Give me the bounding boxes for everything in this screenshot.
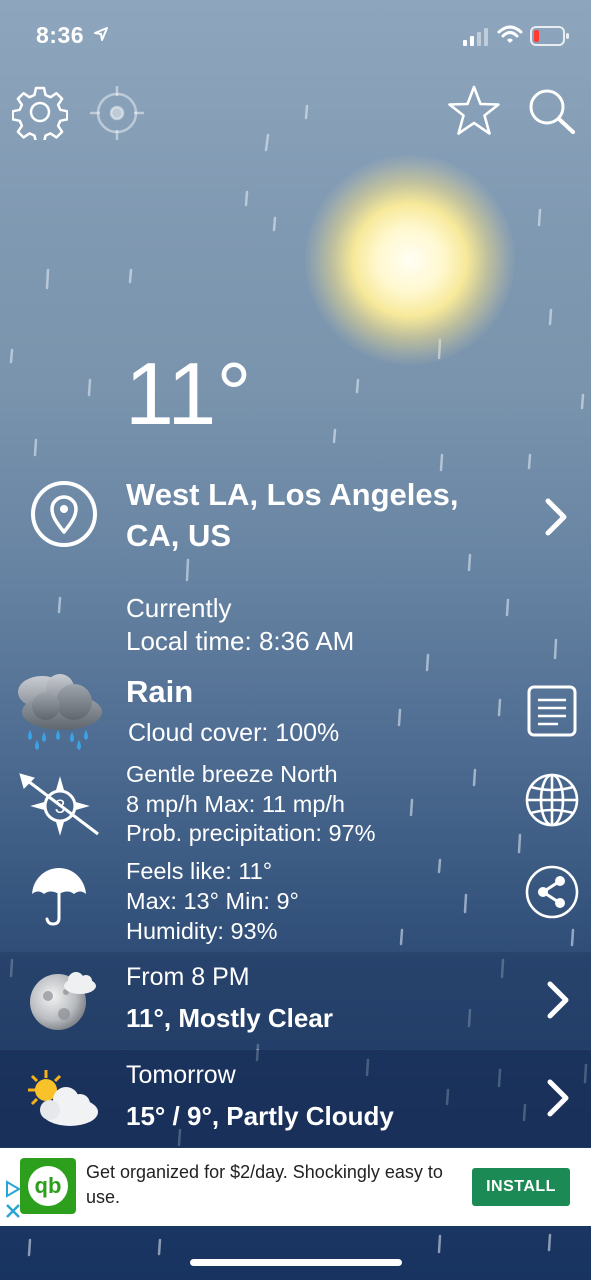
signal-icon [463,28,488,46]
wind-speed: 8 mp/h Max: 11 mp/h [126,791,345,817]
current-temperature: 11° [125,344,252,443]
wind-compass-icon: 3 [19,773,99,836]
location-line2: CA, US [126,518,232,553]
home-indicator[interactable] [190,1259,402,1266]
wind-force-value: 3 [55,797,66,818]
forecast-row-tomorrow[interactable]: Tomorrow 15° / 9°, Partly Cloudy [0,1050,591,1147]
forecast-summary: 15° / 9°, Partly Cloudy [126,1101,394,1131]
location-name[interactable]: West LA, Los Angeles, CA, US [126,474,506,556]
share-icon[interactable] [524,864,580,920]
status-time: 8:36 [36,22,109,49]
quickbooks-logo: qb [20,1158,76,1214]
ad-close-icon[interactable] [5,1203,21,1219]
cloud-cover: Cloud cover: 100% [128,719,340,747]
ad-banner[interactable]: qb Get organized for $2/day. Shockingly … [0,1148,591,1226]
currently-label: Currently [126,593,232,623]
location-line1: West LA, Los Angeles, [126,477,459,512]
quickbooks-logo-mark: qb [28,1166,68,1206]
forecast-when: Tomorrow [126,1061,236,1089]
humidity: Humidity: 93% [126,918,278,944]
umbrella-icon [32,868,86,926]
precipitation-probability: Prob. precipitation: 97% [126,820,376,846]
search-icon[interactable] [526,86,578,136]
location-arrow-icon [93,27,108,41]
moon-cloud-icon [30,972,96,1030]
rain-cloud-icon [18,674,102,750]
local-time: Local time: 8:36 AM [126,626,355,656]
locate-crosshair-icon[interactable] [88,84,146,142]
chevron-right-icon [547,981,569,1019]
battery-icon [530,26,569,46]
partly-cloudy-icon [28,1070,98,1126]
forecast-summary: 11°, Mostly Clear [126,1003,333,1033]
chevron-right-icon [547,1079,569,1117]
settings-gear-icon[interactable] [12,84,68,140]
details-list-icon[interactable] [526,684,578,738]
globe-map-icon[interactable] [524,772,580,828]
sun-graphic [305,155,515,365]
location-pin-icon [31,481,97,547]
favorite-star-icon[interactable] [446,84,502,138]
max-min-temperature: Max: 13° Min: 9° [126,888,299,914]
wind-description: Gentle breeze North [126,761,338,787]
ad-text: Get organized for $2/day. Shockingly eas… [86,1162,443,1207]
location-chevron-icon[interactable] [543,497,569,537]
wifi-icon [497,25,523,43]
install-button[interactable]: INSTALL [472,1168,570,1206]
forecast-when: From 8 PM [126,963,250,991]
condition-title: Rain [126,674,194,709]
forecast-row-tonight[interactable]: From 8 PM 11°, Mostly Clear [0,952,591,1049]
feels-like: Feels like: 11° [126,858,273,884]
